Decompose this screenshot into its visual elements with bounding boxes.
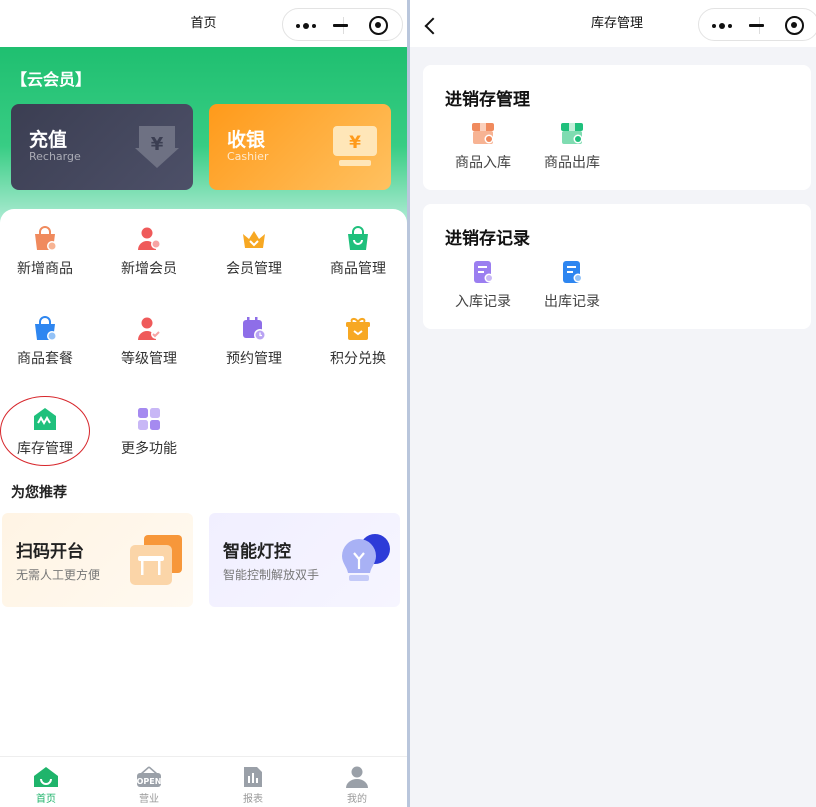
tab-business[interactable]: OPEN 营业 — [98, 757, 200, 805]
grid-item-reservation-management[interactable]: 预约管理 — [209, 316, 299, 368]
recharge-card[interactable]: 充值 Recharge ¥ — [11, 104, 193, 190]
inventory-navbar: 库存管理 — [410, 0, 816, 47]
grid-item-product-management[interactable]: 商品管理 — [313, 226, 403, 278]
bottom-tab-bar: 首页 OPEN 营业 报表 我的 — [0, 756, 407, 807]
grid-item-add-product[interactable]: 新增商品 — [0, 226, 90, 278]
tab-mine[interactable]: 我的 — [306, 757, 407, 805]
home-screen: 首页 【云会员】 充值 Recharge ¥ 收银 Cashier ¥ 新增商品… — [0, 0, 407, 807]
table-icon — [130, 535, 182, 585]
recommend-section-title: 为您推荐 — [11, 485, 67, 501]
product-bag-add-icon — [35, 226, 57, 251]
member-level-icon — [138, 317, 161, 340]
minimize-icon[interactable] — [749, 24, 764, 27]
member-add-icon — [138, 227, 161, 250]
stock-out-records-button[interactable]: 出库记录 — [532, 260, 612, 311]
shopping-bag-icon — [348, 226, 368, 250]
close-target-icon[interactable] — [369, 16, 388, 35]
bag-combo-icon — [35, 316, 57, 341]
report-chart-icon — [244, 767, 262, 787]
open-sign-icon: OPEN — [137, 766, 162, 787]
inventory-records-section: 进销存记录 入库记录 出库记录 — [423, 204, 811, 329]
crown-icon — [243, 231, 265, 248]
stock-in-records-button[interactable]: 入库记录 — [443, 260, 523, 311]
gift-box-icon — [346, 318, 370, 340]
scan-open-table-card[interactable]: 扫码开台 无需人工更方便 — [2, 513, 193, 607]
mini-program-capsule — [698, 8, 816, 41]
svg-text:¥: ¥ — [151, 134, 164, 155]
highlight-annotation-circle — [0, 396, 90, 466]
stock-in-record-icon — [474, 261, 494, 283]
cashier-card[interactable]: 收银 Cashier ¥ — [209, 104, 391, 190]
mini-program-capsule — [282, 8, 403, 41]
light-bulb-icon — [342, 534, 390, 581]
user-profile-icon — [346, 766, 368, 788]
home-navbar: 首页 — [0, 0, 407, 47]
inventory-screen: 库存管理 进销存管理 商品入库 商品出库 进销存记录 入库记录 出库记录 — [410, 0, 816, 807]
recharge-yen-arrow-icon: ¥ — [135, 126, 179, 168]
grid-item-product-combo[interactable]: 商品套餐 — [0, 316, 90, 368]
home-tab-icon — [34, 767, 58, 787]
stock-in-box-icon — [472, 123, 494, 144]
minimize-icon[interactable] — [333, 24, 348, 27]
product-stock-out-button[interactable]: 商品出库 — [532, 121, 612, 172]
close-target-icon[interactable] — [785, 16, 804, 35]
calendar-clock-icon — [243, 317, 266, 341]
grid-item-level-management[interactable]: 等级管理 — [104, 316, 194, 368]
stock-out-record-icon — [563, 261, 583, 283]
svg-text:OPEN: OPEN — [137, 777, 162, 786]
grid-item-add-member[interactable]: 新增会员 — [104, 226, 194, 278]
smart-light-control-card[interactable]: 智能灯控 智能控制解放双手 — [209, 513, 400, 607]
grid-item-points-exchange[interactable]: 积分兑换 — [313, 316, 403, 368]
tab-reports[interactable]: 报表 — [202, 757, 304, 805]
svg-text:¥: ¥ — [349, 133, 361, 153]
inventory-management-section: 进销存管理 商品入库 商品出库 — [423, 65, 811, 190]
grid-item-member-management[interactable]: 会员管理 — [209, 226, 299, 278]
cashier-register-icon: ¥ — [333, 126, 377, 166]
grid-more-icon — [138, 408, 160, 430]
stock-out-box-icon — [561, 123, 583, 144]
product-stock-in-button[interactable]: 商品入库 — [443, 121, 523, 172]
grid-item-more-functions[interactable]: 更多功能 — [104, 406, 194, 458]
member-tag: 【云会员】 — [11, 70, 92, 89]
tab-home[interactable]: 首页 — [0, 757, 97, 805]
